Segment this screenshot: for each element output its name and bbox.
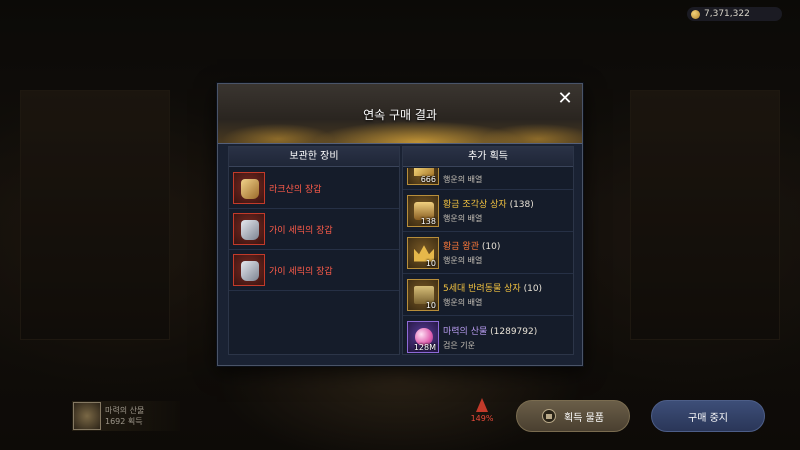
- currency-amount: 7,371,322: [704, 9, 750, 19]
- item-source: 행운의 배열: [443, 298, 483, 307]
- modal-header: 연속 구매 결과 ✕: [218, 84, 582, 144]
- item-name: 황금 왕관: [443, 242, 479, 252]
- item-quantity: 10: [425, 258, 436, 268]
- treasure-chest-icon: 138: [407, 194, 439, 227]
- mana-orb-icon: [73, 402, 101, 430]
- stop-purchase-button[interactable]: 구매 중지: [651, 400, 765, 432]
- stop-purchase-label: 구매 중지: [688, 412, 728, 424]
- item-count: (138): [509, 200, 534, 210]
- gold-bar-icon: 666: [407, 168, 439, 185]
- purchased-item-summary: 마력의 산물 1692 획득: [72, 401, 180, 431]
- list-item[interactable]: 138 황금 조각상 상자 (138) 행운의 배열: [403, 190, 573, 232]
- item-name: 가이 세릭의 장갑: [269, 266, 333, 277]
- stored-equipment-header: 보관한 장비: [229, 147, 399, 167]
- purchase-result-modal: 연속 구매 결과 ✕ 보관한 장비 라크샨의 장갑 가이 세릭의 장갑 가이 세…: [217, 83, 583, 366]
- list-item[interactable]: 10 5세대 반려동물 상자 (10) 행운의 배열: [403, 274, 573, 316]
- extra-acquired-list[interactable]: 666 행운의 배열 138 황금 조각상 상자 (138) 행운의 배열 10…: [403, 168, 573, 354]
- item-count: (1289792): [490, 326, 538, 337]
- bag-icon: [542, 409, 556, 423]
- overload-value: 149%: [470, 414, 494, 423]
- close-icon[interactable]: ✕: [556, 90, 574, 108]
- modal-title: 연속 구매 결과: [363, 108, 437, 122]
- summary-item-name: 마력의 산물: [105, 406, 145, 415]
- item-quantity: 128M: [413, 343, 436, 352]
- mana-orb-icon: 128M: [407, 321, 439, 353]
- summary-item-count: 1692 획득: [105, 417, 143, 426]
- coin-icon: [691, 9, 700, 19]
- item-source: 행운의 배열: [443, 214, 483, 223]
- item-quantity: 10: [425, 300, 436, 310]
- acquired-items-button[interactable]: 획득 물품: [516, 400, 630, 432]
- stored-equipment-list[interactable]: 라크샨의 장갑 가이 세릭의 장갑 가이 세릭의 장갑: [229, 168, 399, 354]
- item-name: 5세대 반려동물 상자: [443, 284, 521, 294]
- item-source: 검은 기운: [443, 340, 475, 350]
- crown-icon: 10: [407, 236, 439, 269]
- list-item[interactable]: 128M 마력의 산물 (1289792) 검은 기운: [403, 316, 573, 354]
- item-name: 황금 조각상 상자: [443, 200, 507, 210]
- stored-equipment-panel: 보관한 장비 라크샨의 장갑 가이 세릭의 장갑 가이 세릭의 장갑: [228, 146, 400, 355]
- extra-acquired-header: 추가 획득: [403, 147, 573, 167]
- item-count: (10): [523, 284, 543, 294]
- item-name: 마력의 산물: [443, 326, 488, 337]
- item-name: 가이 세릭의 장갑: [269, 225, 333, 236]
- extra-acquired-panel: 추가 획득 666 행운의 배열 138 황금 조각상 상자 (138) 행운의…: [402, 146, 574, 355]
- currency-display: 7,371,322: [687, 7, 782, 21]
- item-quantity: 138: [420, 216, 436, 226]
- item-source: 행운의 배열: [443, 256, 483, 265]
- item-name: 라크샨의 장갑: [269, 184, 322, 195]
- pet-box-icon: 10: [407, 278, 439, 311]
- gold-gauntlet-icon: [233, 172, 265, 204]
- list-item[interactable]: 666 행운의 배열: [403, 168, 573, 190]
- list-item[interactable]: 가이 세릭의 장갑: [229, 250, 399, 291]
- silver-gauntlet-icon: [233, 254, 265, 286]
- item-count: (10): [481, 242, 501, 252]
- overload-indicator: 149%: [469, 398, 495, 423]
- item-source: 행운의 배열: [443, 175, 483, 184]
- acquired-items-label: 획득 물품: [564, 412, 604, 424]
- list-item[interactable]: 라크샨의 장갑: [229, 168, 399, 209]
- list-item[interactable]: 10 황금 왕관 (10) 행운의 배열: [403, 232, 573, 274]
- warning-icon: [476, 398, 488, 412]
- item-quantity: 666: [420, 175, 436, 184]
- silver-gauntlet-icon: [233, 213, 265, 245]
- list-item[interactable]: 가이 세릭의 장갑: [229, 209, 399, 250]
